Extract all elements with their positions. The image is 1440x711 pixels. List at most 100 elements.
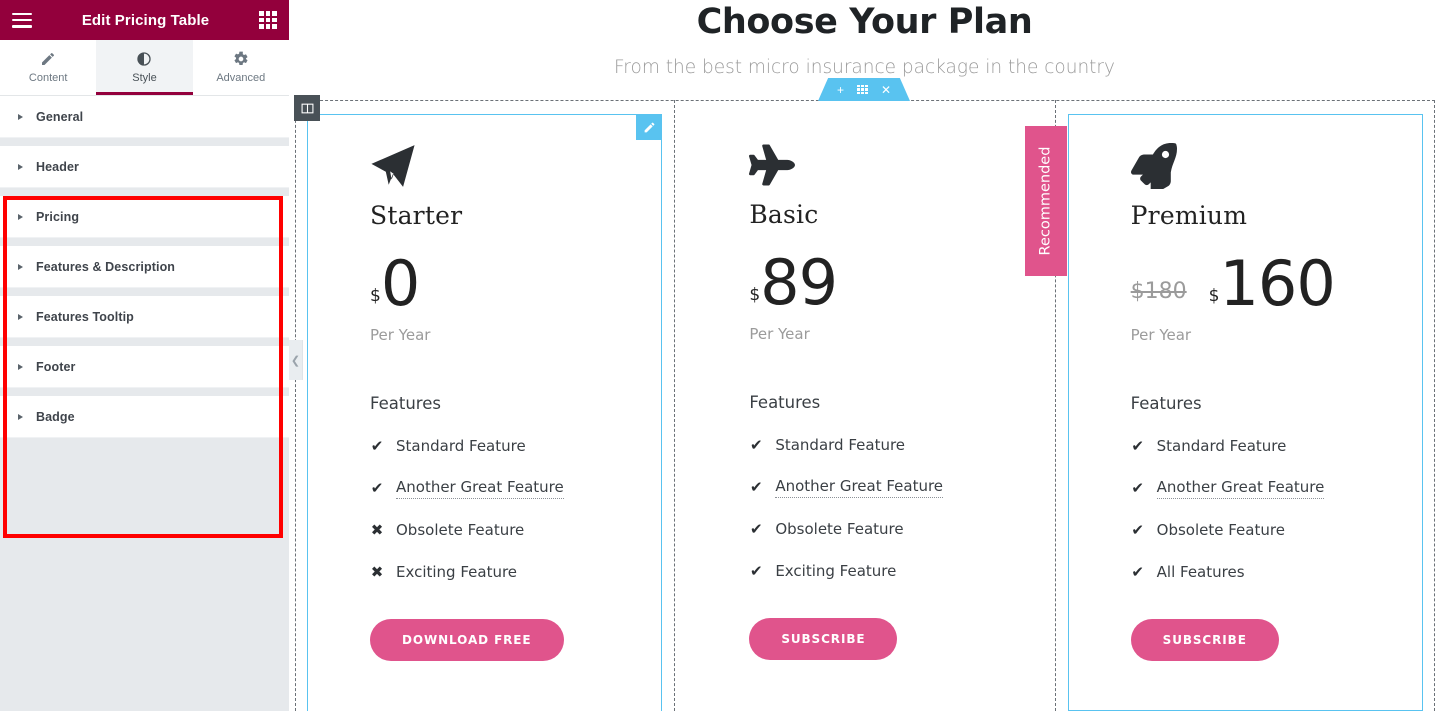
price-row: $180 $ 160 (1131, 247, 1422, 321)
subscribe-button[interactable]: SUBSCRIBE (1130, 619, 1279, 661)
plus-icon[interactable]: + (837, 84, 844, 96)
pencil-icon (40, 51, 56, 67)
close-icon[interactable]: ✕ (881, 84, 891, 96)
tab-advanced-label: Advanced (216, 72, 266, 84)
check-icon: ✔ (750, 435, 763, 454)
feature-label: All Features (1156, 563, 1245, 581)
page-canvas: Choose Your Plan From the best micro ins… (289, 0, 1440, 711)
list-item: ✖ Exciting Feature (370, 551, 661, 593)
feature-label: Obsolete Feature (396, 521, 525, 539)
sidebar-item-label: Features & Description (36, 259, 176, 274)
chevron-right-icon (18, 213, 23, 220)
rocket-icon (1130, 143, 1422, 191)
tab-style[interactable]: Style (96, 40, 193, 95)
pricing-card-premium[interactable]: Premium $180 $ 160 Per Year Features ✔ S… (1067, 114, 1423, 711)
editor-sidebar: Edit Pricing Table Content Style Advance… (0, 0, 303, 711)
divider (0, 238, 289, 246)
list-item: ✔ Exciting Feature (749, 550, 1042, 592)
feature-label: Exciting Feature (775, 562, 897, 580)
divider (0, 388, 289, 396)
divider (0, 138, 289, 146)
price-current: $ 89 (749, 252, 838, 314)
features-title: Features (749, 393, 821, 412)
sidebar-item-general[interactable]: General (0, 96, 289, 138)
list-item: ✔ Obsolete Feature (749, 508, 1042, 550)
badge-label: Recommended (1037, 146, 1054, 256)
sidebar-item-features-description[interactable]: Features & Description (0, 246, 289, 288)
pricing-card-starter[interactable]: Starter $ 0 Per Year Features ✔ Standard… (307, 114, 663, 711)
airplane-icon (749, 142, 1042, 190)
tab-style-label: Style (132, 72, 157, 84)
sidebar-item-label: Badge (36, 409, 75, 424)
price-amount: 0 (380, 247, 420, 321)
hamburger-icon[interactable] (12, 12, 32, 28)
list-item: ✔ All Features (1131, 551, 1422, 593)
drag-dots-icon[interactable] (856, 85, 868, 94)
feature-label: Exciting Feature (396, 563, 518, 581)
divider (0, 338, 289, 346)
download-free-button[interactable]: DOWNLOAD FREE (370, 619, 564, 661)
style-accordion: General Header Pricing Features & Descri… (0, 96, 289, 538)
chevron-right-icon (18, 363, 23, 370)
panel-collapse-handle[interactable]: ❮ (289, 340, 303, 380)
list-item: ✖ Obsolete Feature (370, 509, 661, 551)
chevron-right-icon (18, 413, 23, 420)
grid-apps-icon[interactable] (259, 11, 277, 29)
price-period: Per Year (370, 326, 431, 344)
sidebar-header: Edit Pricing Table (0, 0, 289, 40)
feature-label: Standard Feature (396, 437, 526, 455)
feature-label[interactable]: Another Great Feature (775, 477, 944, 498)
sidebar-item-label: Header (36, 159, 79, 174)
sidebar-item-label: General (36, 109, 84, 124)
check-icon: ✔ (750, 561, 763, 580)
chevron-right-icon (18, 313, 23, 320)
sidebar-item-features-tooltip[interactable]: Features Tooltip (0, 296, 289, 338)
feature-label[interactable]: Another Great Feature (1156, 478, 1325, 499)
tab-content-label: Content (28, 72, 68, 84)
features-title: Features (1130, 394, 1202, 413)
page-heading: Choose Your Plan (696, 2, 1033, 42)
divider (0, 288, 289, 296)
check-icon: ✔ (750, 519, 763, 538)
subscribe-button[interactable]: SUBSCRIBE (749, 618, 898, 660)
divider (0, 188, 289, 196)
feature-label[interactable]: Another Great Feature (396, 478, 564, 499)
price-amount: 160 (1219, 247, 1335, 321)
editor-root: Edit Pricing Table Content Style Advance… (0, 0, 1440, 711)
price-period: Per Year (1130, 326, 1192, 344)
chevron-right-icon (18, 113, 23, 120)
plan-name: Premium (1130, 201, 1248, 230)
pricing-card-basic[interactable]: Recommended Basic $ 89 Per Year Features… (687, 114, 1067, 711)
currency-symbol: $ (749, 285, 761, 305)
plan-name: Starter (370, 201, 463, 230)
sidebar-item-header[interactable]: Header (0, 146, 289, 188)
check-icon: ✔ (1131, 436, 1144, 455)
chevron-right-icon (18, 263, 23, 270)
tab-content[interactable]: Content (0, 40, 97, 95)
sidebar-item-badge[interactable]: Badge (0, 396, 289, 438)
features-list: ✔ Standard Feature ✔ Another Great Featu… (1131, 425, 1422, 593)
check-icon: ✔ (1131, 520, 1144, 539)
pencil-edit-icon[interactable] (636, 114, 663, 140)
column-starter: Starter $ 0 Per Year Features ✔ Standard… (294, 95, 676, 711)
columns-icon[interactable] (294, 95, 320, 121)
check-icon: ✔ (1131, 562, 1144, 581)
list-item: ✔ Standard Feature (1131, 425, 1422, 467)
features-title: Features (370, 394, 441, 413)
price-current: $ 0 (370, 247, 420, 321)
sidebar-item-pricing[interactable]: Pricing (0, 196, 289, 238)
tab-advanced[interactable]: Advanced (192, 40, 289, 95)
gear-icon (233, 51, 249, 67)
page-subheading: From the best micro insurance package in… (614, 57, 1115, 78)
plan-name: Basic (749, 200, 819, 229)
paper-plane-icon (370, 143, 661, 191)
list-item: ✔ Standard Feature (749, 424, 1042, 466)
sidebar-item-footer[interactable]: Footer (0, 346, 289, 388)
price-row: $ 89 (749, 249, 1042, 314)
cross-icon: ✖ (370, 520, 384, 539)
status-badge: Recommended (1024, 126, 1067, 276)
check-icon: ✔ (370, 478, 384, 497)
list-item: ✔ Another Great Feature (1131, 467, 1422, 509)
sidebar-item-label: Features Tooltip (36, 309, 134, 324)
page-header: Choose Your Plan From the best micro ins… (289, 0, 1440, 80)
